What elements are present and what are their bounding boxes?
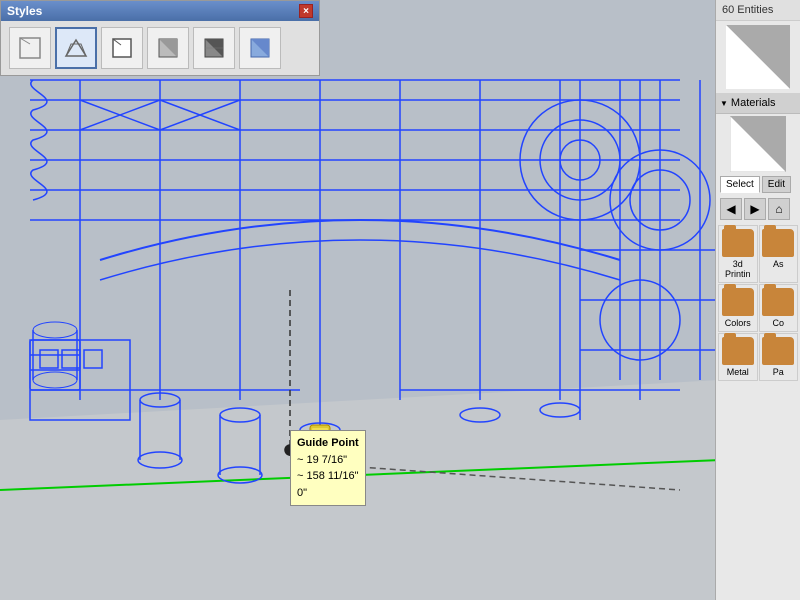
folder-icon-metal <box>722 337 754 365</box>
style-icon-2d-wireframe[interactable] <box>9 27 51 69</box>
material-preview <box>726 25 790 89</box>
folder-icon-3d-printing <box>722 229 754 257</box>
materials-tabs: Select Edit <box>716 174 800 195</box>
guide-title: Guide Point <box>297 435 359 452</box>
nav-forward-button[interactable]: ▶ <box>744 198 766 220</box>
guide-x: ~ 19 7/16" <box>297 452 359 469</box>
styles-close-button[interactable]: × <box>299 4 313 18</box>
viewport[interactable]: Styles × <box>0 0 715 600</box>
folder-as[interactable]: As <box>759 225 799 283</box>
folder-label-co: Co <box>772 318 784 328</box>
folder-icon-colors <box>722 288 754 316</box>
folder-metal[interactable]: Metal <box>718 333 758 381</box>
style-icon-shaded-textured[interactable] <box>193 27 235 69</box>
folder-grid: 3d Printin As Colors Co Metal Pa <box>716 223 800 383</box>
folder-label-pa: Pa <box>773 367 784 377</box>
styles-panel: Styles × <box>0 0 320 76</box>
folder-pa[interactable]: Pa <box>759 333 799 381</box>
nav-home-button[interactable]: ⌂ <box>768 198 790 220</box>
nav-back-button[interactable]: ◀ <box>720 198 742 220</box>
folder-icon-co <box>762 288 794 316</box>
triangle-icon: ▼ <box>720 99 728 108</box>
folder-label-3d-printing: 3d Printin <box>721 259 755 279</box>
folder-3d-printing[interactable]: 3d Printin <box>718 225 758 283</box>
main-container: Styles × <box>0 0 800 600</box>
folder-co[interactable]: Co <box>759 284 799 332</box>
guide-y: ~ 158 11/16" <box>297 468 359 485</box>
style-icon-hidden-line[interactable] <box>101 27 143 69</box>
styles-titlebar: Styles × <box>1 1 319 21</box>
styles-title: Styles <box>7 4 42 18</box>
folder-icon-pa <box>762 337 794 365</box>
folder-label-metal: Metal <box>727 367 749 377</box>
tab-select[interactable]: Select <box>720 176 760 193</box>
style-icon-monochrome[interactable] <box>239 27 281 69</box>
material-preview-small <box>730 116 786 172</box>
nav-buttons: ◀ ▶ ⌂ <box>716 195 800 223</box>
folder-label-as: As <box>773 259 784 269</box>
folder-icon-as <box>762 229 794 257</box>
materials-header: ▼ Materials <box>716 93 800 114</box>
folder-label-colors: Colors <box>725 318 751 328</box>
folder-colors[interactable]: Colors <box>718 284 758 332</box>
style-icon-3d-wireframe[interactable] <box>55 27 97 69</box>
style-icon-shaded[interactable] <box>147 27 189 69</box>
guide-tooltip: Guide Point ~ 19 7/16" ~ 158 11/16" 0" <box>290 430 366 506</box>
styles-icons-row <box>1 21 319 75</box>
entities-count: 60 Entities <box>716 0 800 21</box>
wireframe-svg <box>0 0 715 600</box>
tab-edit[interactable]: Edit <box>762 176 791 193</box>
right-panel: 60 Entities ▼ Materials Select Edit ◀ <box>715 0 800 600</box>
guide-z: 0" <box>297 485 359 502</box>
materials-label: Materials <box>731 97 776 109</box>
